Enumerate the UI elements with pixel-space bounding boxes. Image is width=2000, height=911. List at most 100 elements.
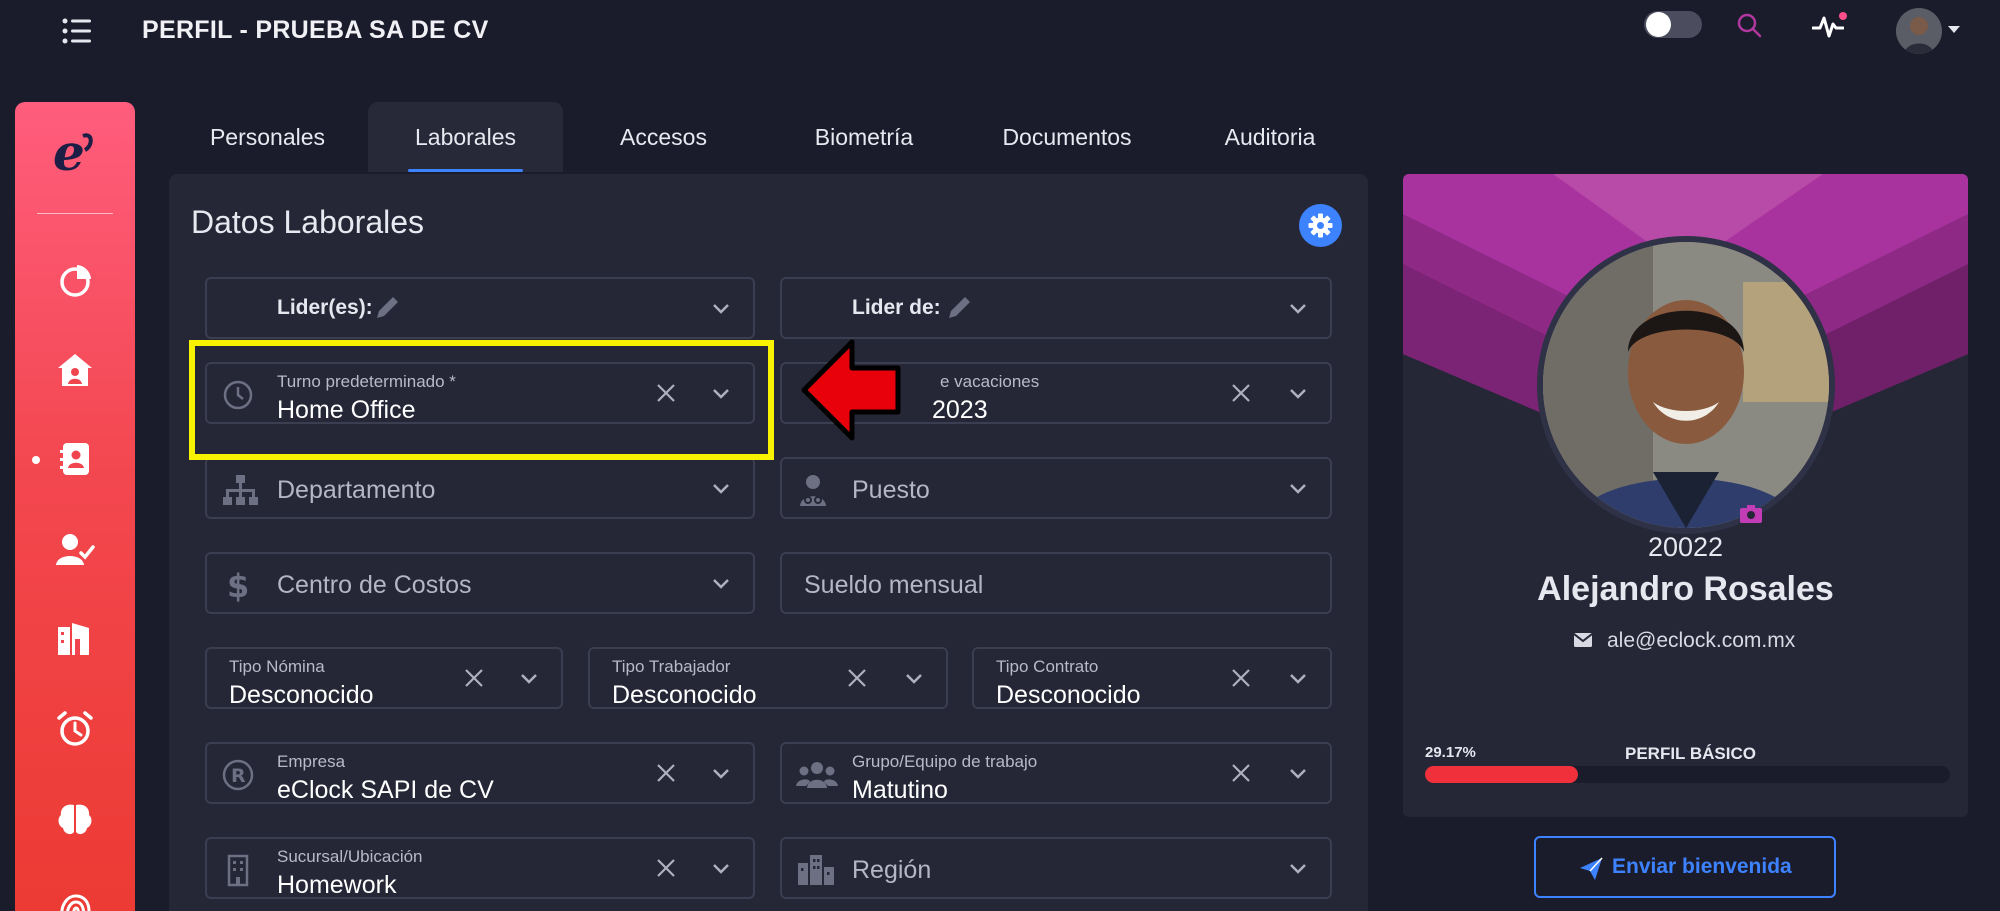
home-user-icon[interactable] [55,350,95,390]
chevron-down-icon[interactable] [1289,767,1307,779]
field-label: Sucursal/Ubicación [277,847,423,866]
position-select[interactable]: Puesto [780,457,1332,519]
chevron-down-icon[interactable] [1289,387,1307,399]
activity-pulse-icon[interactable] [1811,10,1848,40]
chevron-down-icon[interactable] [905,672,923,684]
contract-type-select[interactable]: Tipo Contrato Desconocido [972,647,1332,709]
chevron-down-icon[interactable] [712,767,730,779]
search-icon[interactable] [1736,12,1762,38]
user-check-icon[interactable] [55,529,95,569]
field-value: Homework [277,871,397,899]
send-welcome-button[interactable]: Enviar bienvenida [1534,836,1836,898]
chevron-down-icon[interactable] [1289,862,1307,874]
tab-label: Biometría [814,124,914,150]
envelope-icon [1573,631,1593,649]
close-icon[interactable] [1230,382,1252,404]
chevron-down-icon[interactable] [712,577,730,589]
close-icon[interactable] [846,667,868,689]
pie-chart-icon[interactable] [55,261,95,301]
profile-photo[interactable] [1537,236,1835,534]
close-icon[interactable] [463,667,485,689]
close-icon[interactable] [655,762,677,784]
eclock-logo[interactable]: e [45,122,105,182]
toggle-knob [1646,12,1671,37]
profile-progress-bar [1425,766,1950,783]
pencil-icon[interactable] [372,293,402,323]
top-bar: PERFIL - PRUEBA SA DE CV [0,0,2000,62]
leader-of-select[interactable]: Lider de: [780,277,1332,339]
close-icon[interactable] [655,857,677,879]
region-select[interactable]: Región [780,837,1332,899]
settings-gear-button[interactable] [1299,204,1342,247]
svg-text:e: e [53,123,85,182]
fingerprint-icon[interactable] [55,889,95,911]
tab-documentos[interactable]: Documentos [967,102,1167,172]
svg-text:$: $ [227,568,249,602]
tab-auditoria[interactable]: Auditoria [1170,102,1370,172]
field-label: Lider(es): [277,296,373,319]
brain-icon[interactable] [55,799,95,839]
field-placeholder: Centro de Costos [277,571,472,599]
users-group-icon [796,758,838,792]
tab-laborales[interactable]: Laborales [368,102,563,172]
chevron-down-icon[interactable] [1289,482,1307,494]
active-tab-underline [408,169,523,172]
field-value: 2023 [932,396,988,424]
tab-label: Documentos [1002,124,1132,150]
close-icon[interactable] [1230,762,1252,784]
payroll-type-select[interactable]: Tipo Nómina Desconocido [205,647,563,709]
monthly-salary-input[interactable]: Sueldo mensual [780,552,1332,614]
highlight-annotation-box [189,340,774,460]
tab-label: Laborales [414,124,517,150]
svg-text:R: R [231,765,246,787]
chevron-down-icon[interactable] [712,482,730,494]
progress-label: PERFIL BÁSICO [1625,744,1756,763]
active-indicator-dot [32,456,40,464]
leaders-select[interactable]: Lider(es): [205,277,755,339]
profile-summary-card: 20022 Alejandro Rosales ale@eclock.com.m… [1403,174,1968,817]
menu-list-icon[interactable] [60,14,94,48]
pencil-icon[interactable] [944,293,974,323]
field-value: Desconocido [996,681,1141,709]
field-label: Tipo Trabajador [612,657,731,676]
alarm-clock-icon[interactable] [55,709,95,749]
page-title: PERFIL - PRUEBA SA DE CV [142,16,489,44]
tab-biometria[interactable]: Biometría [764,102,964,172]
field-label: Tipo Contrato [996,657,1099,676]
field-label: Tipo Nómina [229,657,325,676]
tab-label: Accesos [620,124,707,150]
employee-name: Alejandro Rosales [1537,570,1834,608]
user-avatar[interactable] [1896,8,1942,54]
contact-card-icon[interactable] [55,439,95,479]
tab-accesos[interactable]: Accesos [566,102,761,172]
chevron-down-icon[interactable] [1948,26,1960,33]
red-arrow-icon [798,334,902,446]
sidebar: e [15,102,135,911]
field-label: e vacaciones [940,372,1040,391]
chevron-down-icon[interactable] [712,302,730,314]
chevron-down-icon[interactable] [712,862,730,874]
field-label: Grupo/Equipo de trabajo [852,752,1038,771]
building-icon [221,853,255,887]
theme-toggle[interactable] [1644,11,1702,38]
section-title: Datos Laborales [191,204,425,240]
worker-type-select[interactable]: Tipo Trabajador Desconocido [588,647,948,709]
building-door-icon[interactable] [55,619,95,659]
registered-icon: R [221,758,255,792]
work-group-select[interactable]: Grupo/Equipo de trabajo Matutino [780,742,1332,804]
city-icon [796,853,836,887]
chevron-down-icon[interactable] [1289,302,1307,314]
cost-center-select[interactable]: $ Centro de Costos [205,552,755,614]
camera-icon[interactable] [1739,504,1763,524]
close-icon[interactable] [1230,667,1252,689]
tab-personales[interactable]: Personales [170,102,365,172]
field-placeholder: Sueldo mensual [804,571,984,599]
org-chart-icon [221,473,258,507]
branch-location-select[interactable]: Sucursal/Ubicación Homework [205,837,755,899]
progress-percentage: 29.17% [1425,744,1476,761]
company-select[interactable]: R Empresa eClock SAPI de CV [205,742,755,804]
field-value: Desconocido [229,681,374,709]
chevron-down-icon[interactable] [520,672,538,684]
department-select[interactable]: Departamento [205,457,755,519]
chevron-down-icon[interactable] [1289,672,1307,684]
